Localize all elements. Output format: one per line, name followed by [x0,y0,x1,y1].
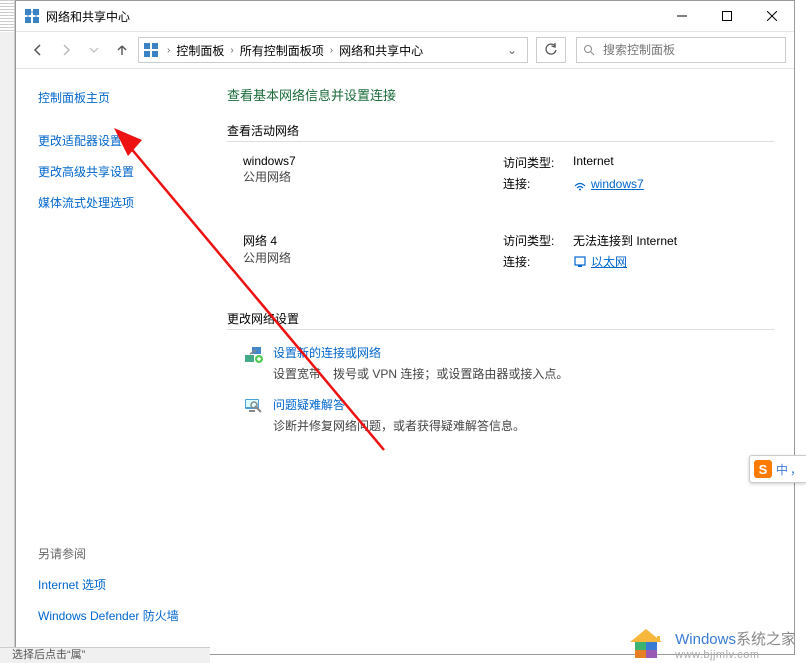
window-controls [659,1,794,31]
sidebar-link-media-streaming[interactable]: 媒体流式处理选项 [38,194,211,211]
wifi-icon [573,177,587,191]
navbar: › 控制面板 › 所有控制面板项 › 网络和共享中心 ⌄ [16,32,794,69]
sidebar-link-adapter-settings[interactable]: 更改适配器设置 [38,132,211,149]
see-also-defender-firewall[interactable]: Windows Defender 防火墙 [38,607,179,624]
forward-button[interactable] [54,38,78,62]
network-block: windows7 公用网络 访问类型: Internet 连接: [243,154,774,196]
watermark-url: www.bjjmlv.com [675,649,796,661]
network-center-icon [24,8,40,24]
breadcrumb-segment[interactable]: 控制面板 [174,42,226,59]
house-logo-icon [627,627,665,661]
chevron-down-icon[interactable]: ⌄ [501,43,523,57]
minimize-button[interactable] [659,1,704,31]
change-settings-label: 更改网络设置 [227,310,774,330]
settings-item-troubleshoot: 问题疑难解答 诊断并修复网络问题，或者获得疑难解答信息。 [243,396,774,434]
settings-item-desc: 设置宽带、拨号或 VPN 连接；或设置路由器或接入点。 [273,365,568,382]
sidebar-top: 控制面板主页 更改适配器设置 更改高级共享设置 媒体流式处理选项 [38,89,211,211]
search-field[interactable] [601,42,779,58]
network-info-left: windows7 公用网络 [243,154,503,196]
window-title: 网络和共享中心 [46,8,130,25]
access-type-label: 访问类型: [503,154,573,171]
ruler-grip [0,0,14,32]
refresh-button[interactable] [536,37,566,63]
control-panel-window: 网络和共享中心 › 控制面板 › 所有控制面板项 › 网络和共享中心 ⌄ [15,0,795,655]
back-button[interactable] [26,38,50,62]
breadcrumb-segment[interactable]: 网络和共享中心 [337,42,425,59]
settings-item-title[interactable]: 问题疑难解答 [273,396,525,413]
breadcrumb[interactable]: › 控制面板 › 所有控制面板项 › 网络和共享中心 ⌄ [138,37,528,63]
search-icon [583,44,595,56]
control-panel-home-link[interactable]: 控制面板主页 [38,89,211,106]
connection-name: windows7 [591,177,644,191]
ime-mode-text: 中 [776,461,788,478]
chevron-right-icon: › [326,45,337,56]
watermark-brand: Windows系统之家 [675,628,796,649]
caption-strip: 选择后点击“属” [0,647,210,663]
watermark: Windows系统之家 www.bjjmlv.com [627,627,796,661]
ethernet-icon [573,255,587,269]
recent-dropdown[interactable] [82,38,106,62]
chevron-right-icon: › [163,45,174,56]
search-input[interactable] [576,37,786,63]
window-body: 控制面板主页 更改适配器设置 更改高级共享设置 媒体流式处理选项 另请参阅 In… [16,69,794,656]
settings-item-new-connection: 设置新的连接或网络 设置宽带、拨号或 VPN 连接；或设置路由器或接入点。 [243,344,774,382]
sidebar-link-advanced-sharing[interactable]: 更改高级共享设置 [38,163,211,180]
active-networks-label: 查看活动网络 [227,122,774,142]
connection-name: 以太网 [591,253,627,270]
network-center-icon [143,42,159,58]
close-button[interactable] [749,1,794,31]
see-also-heading: 另请参阅 [38,545,179,562]
chevron-right-icon: › [226,45,237,56]
network-type: 公用网络 [243,249,503,266]
network-info-right: 访问类型: Internet 连接: windows7 [503,154,644,196]
up-button[interactable] [110,38,134,62]
connection-link[interactable]: 以太网 [573,253,627,270]
connection-label: 连接: [503,253,573,270]
sogou-icon: S [754,460,772,478]
ime-comma-icon: ， [790,461,802,478]
ime-indicator[interactable]: S 中 ， [749,455,806,483]
main-content: 查看基本网络信息并设置连接 查看活动网络 windows7 公用网络 访问类型:… [211,69,794,656]
settings-item-desc: 诊断并修复网络问题，或者获得疑难解答信息。 [273,417,525,434]
see-also-internet-options[interactable]: Internet 选项 [38,576,179,593]
connection-link[interactable]: windows7 [573,175,644,192]
settings-item-title[interactable]: 设置新的连接或网络 [273,344,568,361]
breadcrumb-segment[interactable]: 所有控制面板项 [238,42,326,59]
page-title: 查看基本网络信息并设置连接 [227,85,774,104]
sidebar: 控制面板主页 更改适配器设置 更改高级共享设置 媒体流式处理选项 另请参阅 In… [16,69,211,656]
titlebar: 网络和共享中心 [16,1,794,32]
network-name: 网络 4 [243,232,503,249]
network-name: windows7 [243,154,503,168]
maximize-button[interactable] [704,1,749,31]
network-type: 公用网络 [243,168,503,185]
sidebar-see-also: 另请参阅 Internet 选项 Windows Defender 防火墙 [38,545,179,638]
new-connection-icon [243,344,263,364]
access-type-label: 访问类型: [503,232,573,249]
left-ruler-edge [0,0,15,663]
network-info-left: 网络 4 公用网络 [243,232,503,274]
network-block: 网络 4 公用网络 访问类型: 无法连接到 Internet 连接: [243,232,774,274]
troubleshoot-icon [243,396,263,416]
connection-label: 连接: [503,175,573,192]
access-type-value: 无法连接到 Internet [573,232,677,249]
network-info-right: 访问类型: 无法连接到 Internet 连接: 以太网 [503,232,677,274]
access-type-value: Internet [573,154,614,171]
